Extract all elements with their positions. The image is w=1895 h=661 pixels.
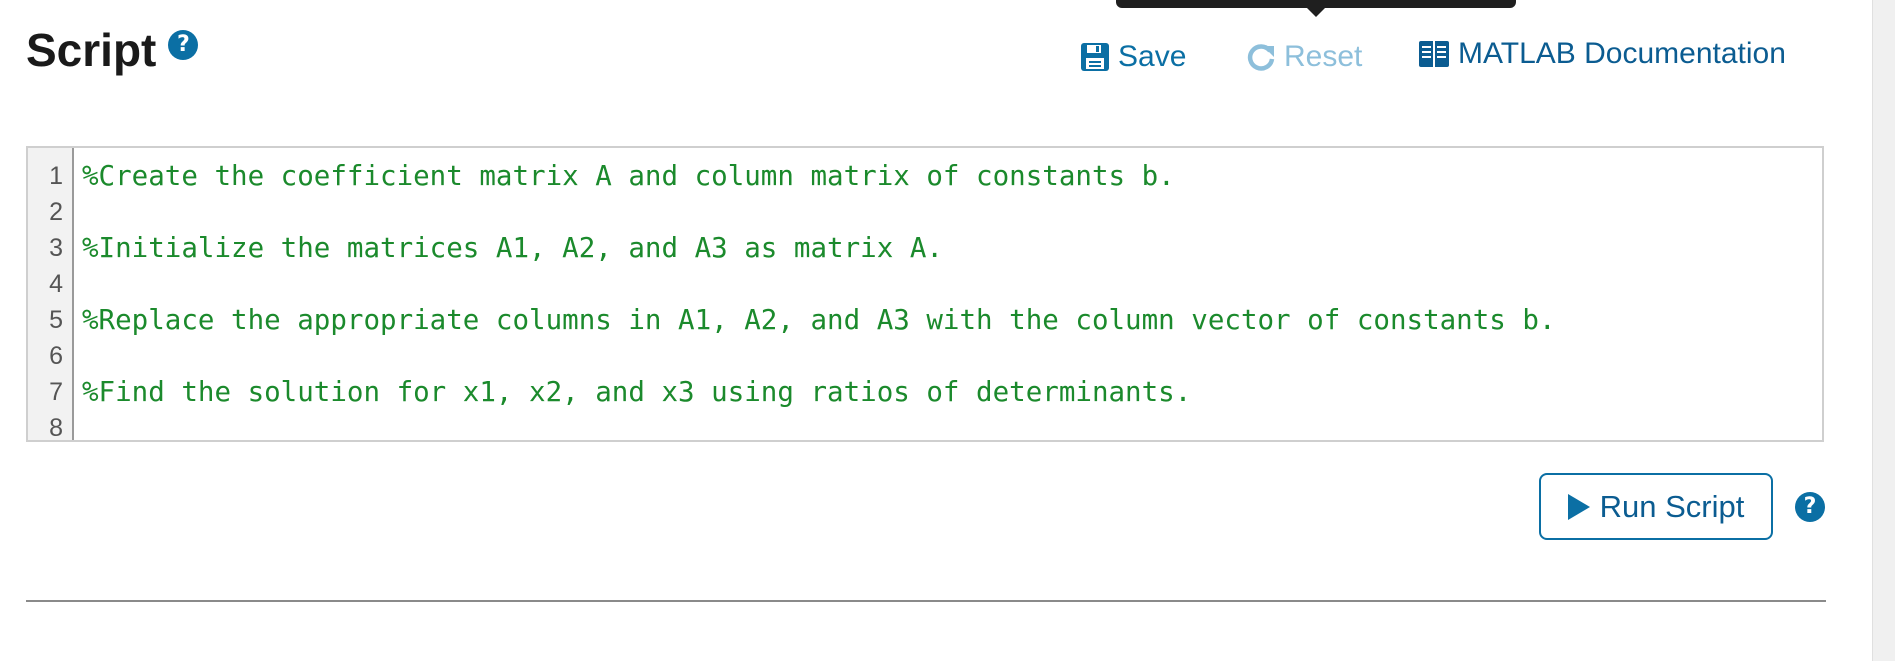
divider <box>26 600 1826 602</box>
documentation-label: MATLAB Documentation <box>1458 37 1786 70</box>
line-number: 2 <box>49 198 63 226</box>
tooltip-arrow <box>1306 7 1326 17</box>
matlab-documentation-link[interactable]: MATLAB Documentation <box>1418 36 1786 72</box>
line-number: 8 <box>49 414 63 442</box>
reset-button[interactable]: Reset <box>1246 39 1362 75</box>
page-title: Script <box>26 24 157 76</box>
code-line[interactable]: %Find the solution for x1, x2, and x3 us… <box>82 374 1822 410</box>
question-circle-icon[interactable]: ? <box>168 30 199 60</box>
code-line[interactable] <box>82 194 1822 230</box>
scrollbar[interactable] <box>1872 0 1895 661</box>
code-area[interactable]: %Create the coefficient matrix A and col… <box>74 148 1822 440</box>
run-script-label: Run Script <box>1599 488 1745 524</box>
code-editor[interactable]: 1 2 3 4 5 6 7 8 %Create the coefficient … <box>26 146 1824 442</box>
code-line[interactable]: %Initialize the matrices A1, A2, and A3 … <box>82 230 1822 266</box>
code-line[interactable]: %Replace the appropriate columns in A1, … <box>82 302 1822 338</box>
play-icon <box>1567 493 1590 520</box>
line-number: 7 <box>49 378 63 406</box>
floppy-disk-icon <box>1081 43 1109 71</box>
run-script-button[interactable]: Run Script <box>1539 473 1773 540</box>
line-number: 1 <box>49 162 63 190</box>
code-line[interactable] <box>82 338 1822 374</box>
question-circle-icon[interactable]: ? <box>1795 492 1825 522</box>
line-number: 3 <box>49 234 63 262</box>
save-label: Save <box>1118 40 1187 73</box>
book-icon <box>1419 41 1449 67</box>
reset-label: Reset <box>1284 40 1363 73</box>
line-number-gutter: 1 2 3 4 5 6 7 8 <box>28 148 74 442</box>
line-number: 4 <box>49 270 63 298</box>
code-line[interactable] <box>82 266 1822 302</box>
header: Script ? <box>26 24 199 76</box>
refresh-icon <box>1247 44 1275 71</box>
code-line[interactable] <box>82 410 1822 446</box>
code-line[interactable]: %Create the coefficient matrix A and col… <box>82 158 1822 194</box>
save-button[interactable]: Save <box>1080 39 1186 75</box>
line-number: 6 <box>49 342 63 370</box>
line-number: 5 <box>49 306 63 334</box>
